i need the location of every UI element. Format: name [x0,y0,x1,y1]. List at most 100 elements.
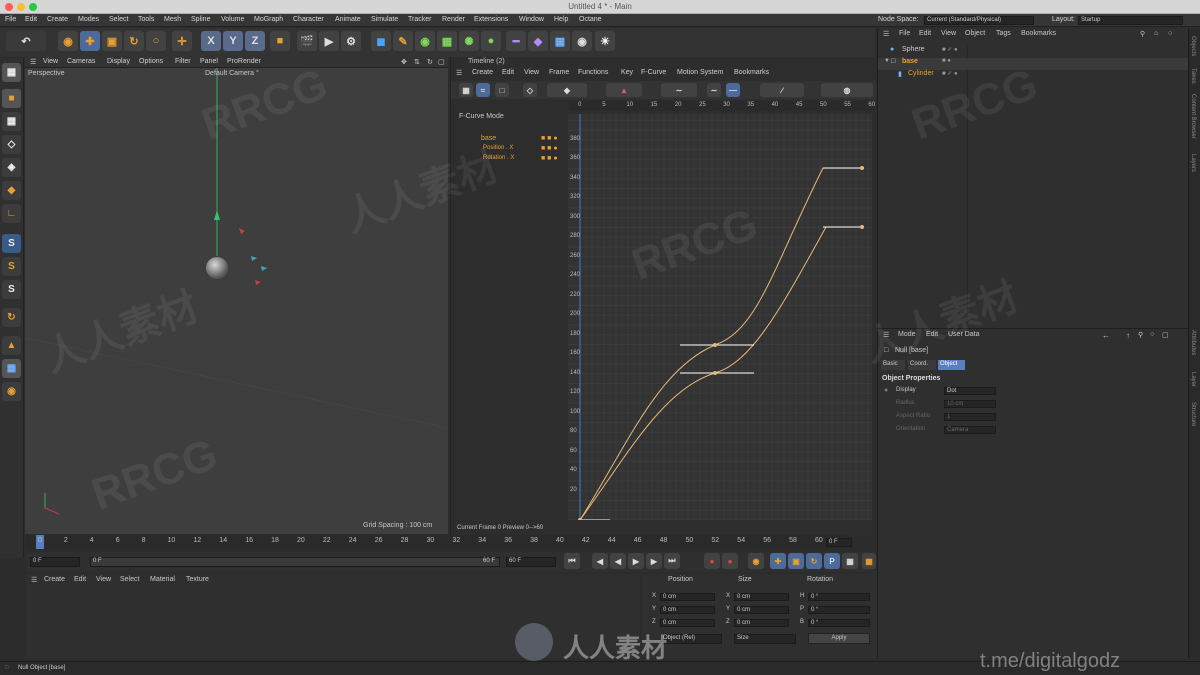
snap-mode-button[interactable]: S [2,280,21,299]
viewport-toggle-icon[interactable]: ▢ [438,58,445,66]
keyframe[interactable] [713,371,717,375]
subdivision-icon[interactable]: ◉ [415,31,435,51]
end-frame-field[interactable]: 60 F [506,557,556,567]
render-to-picture-viewer-icon[interactable]: ▶ [319,31,339,51]
tab-object[interactable]: Object [938,360,965,370]
zoom-frame-icon[interactable]: ◍ [821,83,873,97]
field-icon[interactable]: ━ [506,31,526,51]
array-icon[interactable]: ▦ [437,31,457,51]
menu-simulate[interactable]: Simulate [371,16,398,23]
tab-structure[interactable]: Structure [1190,402,1196,426]
viewport-menu-options[interactable]: Options [139,58,163,65]
preview-range-slider[interactable]: 0 F 60 F [90,557,500,567]
timeline-menu-edit[interactable]: Edit [502,69,514,76]
menu-character[interactable]: Character [293,16,324,23]
move-tool-icon[interactable]: ✚ [80,31,100,51]
axis-mode-icon[interactable]: ∟ [2,204,21,223]
x-axis-lock-button[interactable]: X [201,31,221,51]
aspect-ratio-field[interactable]: 1 [944,413,996,421]
object-name[interactable]: Cylinder [908,70,934,77]
size-mode-select[interactable]: Size [734,634,796,644]
viewport-menu-view[interactable]: View [43,58,58,65]
timeline-ruler[interactable]: 0 2 4 6 8 10 12 14 16 18 20 22 24 26 28 30 32 34 36 38 40 42 4… [26,535,852,549]
start-frame-field[interactable]: 0 F [30,557,80,567]
orientation-select[interactable]: Camera [944,426,996,434]
tab-coord[interactable]: Coord. [908,360,936,370]
menu-spline[interactable]: Spline [191,16,210,23]
objmgr-menu-tags[interactable]: Tags [996,30,1011,37]
dope-sheet-icon[interactable]: ▦ [459,83,473,97]
objmgr-menu-bookmarks[interactable]: Bookmarks [1021,30,1056,37]
viewport-menu-icon[interactable]: ☰ [30,58,36,66]
render-settings-icon[interactable]: ⚙ [341,31,361,51]
menu-window[interactable]: Window [519,16,544,23]
workplane-icon[interactable]: ↻ [2,308,21,327]
scale-tool-icon[interactable]: ▣ [102,31,122,51]
cloner-icon[interactable]: ● [481,31,501,51]
menu-modes[interactable]: Modes [78,16,99,23]
material-menu-create[interactable]: Create [44,576,65,583]
rotate-tool-icon[interactable]: ↻ [124,31,144,51]
position-z-field[interactable]: 0 cm [660,619,715,627]
light-icon[interactable]: ☀ [595,31,615,51]
prev-key-icon[interactable]: ◀ [592,553,608,569]
keyframe[interactable] [713,343,717,347]
timeline-menu-frame[interactable]: Frame [549,69,569,76]
position-x-field[interactable]: 0 cm [660,593,715,601]
material-menu-select[interactable]: Select [120,576,139,583]
timeline-menu-create[interactable]: Create [472,69,493,76]
display-select[interactable]: Dot [944,387,996,395]
menu-octane[interactable]: Octane [579,16,602,23]
back-arrow-icon[interactable]: ← [1102,331,1110,340]
fcurve-graph[interactable]: 20 40 60 80 100 120 140 160 180 200 220 240 260 280 30… [568,114,872,520]
menu-mesh[interactable]: Mesh [164,16,181,23]
fcurve-mode-icon[interactable]: ≈ [476,83,490,97]
position-y-field[interactable]: 0 cm [660,606,715,614]
size-y-field[interactable]: 0 cm [734,606,789,614]
menu-tools[interactable]: Tools [138,16,154,23]
next-key-icon[interactable]: ⏭ [664,553,680,569]
solo-icon[interactable]: ◉ [2,382,21,401]
menu-tracker[interactable]: Tracker [408,16,431,23]
play-icon[interactable]: ▶ [628,553,644,569]
y-axis-lock-button[interactable]: Y [223,31,243,51]
coordinate-mode-select[interactable]: Object (Rel) [660,634,722,644]
viewport-camera[interactable]: Default Camera ° [205,70,259,77]
menu-file[interactable]: File [5,16,16,23]
locked-workplane-icon[interactable]: ▲ [2,336,21,355]
key-icon[interactable]: ◇ [523,83,537,97]
tab-layers[interactable]: Layers [1190,154,1196,172]
attr-lock-icon[interactable]: ○ [1150,331,1154,338]
rotation-b-field[interactable]: 0 ° [808,619,870,627]
undo-icon[interactable]: ↶ [6,31,46,51]
object-row[interactable]: ▼ □ base ■ ● [878,58,1188,70]
up-arrow-icon[interactable]: ↑ [1126,331,1130,340]
radius-field[interactable]: 10 cm [944,400,996,408]
key-tools-icon[interactable]: ◆ [547,83,587,97]
visibility-flags-icon[interactable]: ■ ✓ ● [942,70,958,77]
pen-icon[interactable]: ✎ [393,31,413,51]
material-menu-edit[interactable]: Edit [74,576,86,583]
recent-tool-icon[interactable]: ○ [146,31,166,51]
objmgr-menu-view[interactable]: View [941,30,956,37]
material-menu-view[interactable]: View [96,576,111,583]
objmgr-home-icon[interactable]: ⌂ [1154,30,1158,37]
attr-search-icon[interactable]: ⚲ [1138,331,1143,339]
material-menu-texture[interactable]: Texture [186,576,209,583]
expand-icon[interactable]: ▼ [884,58,890,64]
snap-settings-button[interactable]: S [2,257,21,276]
prev-frame-icon[interactable]: ◀ [610,553,626,569]
fcurve-frame-ruler[interactable]: 0 5 10 15 20 25 30 35 40 45 50 55 60 [569,101,875,111]
autokey-icon[interactable]: ● [722,553,738,569]
size-z-field[interactable]: 0 cm [734,619,789,627]
viewport-menu-display[interactable]: Display [107,58,130,65]
rotation-h-field[interactable]: 0 ° [808,593,870,601]
viewport-rotate-icon[interactable]: ↻ [427,58,433,66]
texture-mode-icon[interactable]: ▦ [2,112,21,131]
pla-key-icon[interactable]: ▦ [842,553,858,569]
z-axis-lock-button[interactable]: Z [245,31,265,51]
menu-volume[interactable]: Volume [221,16,244,23]
render-view-icon[interactable]: 🎬 [297,31,317,51]
motion-mode-icon[interactable]: □ [495,83,509,97]
apply-button[interactable]: Apply [808,633,870,644]
